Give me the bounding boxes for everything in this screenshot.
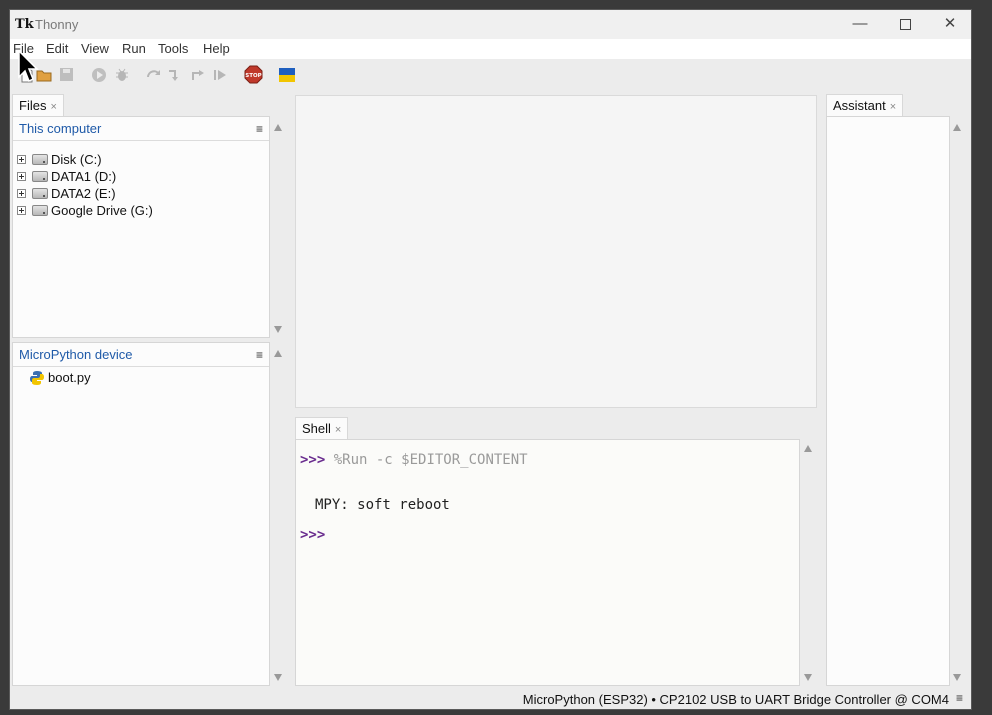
close-files-tab-icon[interactable]: × [50,101,56,113]
file-row[interactable]: boot.py [29,369,91,386]
drive-row[interactable]: Disk (C:) [17,151,102,168]
shell-output: MPY: soft reboot [315,497,450,513]
minimize-button[interactable]: — [840,13,880,35]
editor-area[interactable] [295,95,817,408]
expand-icon[interactable] [17,189,26,198]
step-over-icon [146,69,160,77]
scroll-down-icon[interactable] [804,674,812,681]
thonny-app-icon: Tk [15,17,34,32]
micropython-device-title: MicroPython device [19,347,133,362]
python-file-icon [30,370,44,385]
scroll-up-icon[interactable] [274,350,282,357]
scroll-down-icon[interactable] [953,674,961,681]
this-computer-menu-icon[interactable]: ≡ [256,117,263,141]
tab-files[interactable]: Files × [12,94,64,116]
micropython-device-menu-icon[interactable]: ≡ [256,343,263,367]
assistant-tab-label: Assistant [833,98,886,113]
status-menu-icon[interactable]: ≡ [956,691,963,705]
scroll-up-icon[interactable] [953,124,961,131]
menu-tools[interactable]: Tools [158,41,188,56]
drive-row[interactable]: Google Drive (G:) [17,202,153,219]
drive-label: Disk (C:) [51,152,102,167]
stop-icon: STOP [244,65,263,84]
drive-label: Google Drive (G:) [51,203,153,218]
drive-row[interactable]: DATA2 (E:) [17,185,116,202]
save-button[interactable] [58,66,75,83]
maximize-icon [899,18,911,30]
step-into-icon [168,69,178,81]
run-button[interactable] [90,66,107,83]
toolbar: STOP [10,59,971,91]
drive-row[interactable]: DATA1 (D:) [17,168,116,185]
expand-icon[interactable] [17,172,26,181]
micropython-device-scrollbar[interactable] [271,342,285,686]
micropython-device-panel: MicroPython device ≡ boot.py [12,342,270,686]
step-out-icon [191,69,204,80]
drive-icon [32,154,48,165]
debug-button[interactable] [113,66,130,83]
expand-icon[interactable] [17,155,26,164]
shell-prompt: >>> [300,527,326,543]
thonny-window: Tk Thonny — ✕ File Edit View Run Tools H… [9,9,972,710]
close-assistant-tab-icon[interactable]: × [890,101,896,113]
resume-button[interactable] [211,66,228,83]
save-icon [60,68,73,81]
title-bar: Tk Thonny — ✕ [10,10,971,39]
this-computer-title: This computer [19,121,102,136]
ukraine-flag-icon [278,67,295,82]
drive-label: DATA1 (D:) [51,169,117,184]
assistant-scrollbar[interactable] [950,116,964,686]
drive-icon [32,205,48,216]
window-title: Thonny [35,17,79,32]
shell-prompt: >>> [300,452,326,468]
file-label: boot.py [48,370,91,385]
stop-button[interactable]: STOP [244,65,263,84]
this-computer-scrollbar[interactable] [271,116,285,338]
interpreter-status[interactable]: MicroPython (ESP32) • CP2102 USB to UART… [523,692,949,707]
run-icon [91,67,106,82]
support-ukraine-button[interactable] [278,66,295,83]
resume-icon [213,69,226,80]
menu-help[interactable]: Help [203,41,230,56]
shell-command-line: >>> %Run -c $EDITOR_CONTENT [300,452,528,468]
close-shell-tab-icon[interactable]: × [335,424,341,436]
menu-view[interactable]: View [81,41,109,56]
drive-label: DATA2 (E:) [51,186,116,201]
scroll-down-icon[interactable] [274,326,282,333]
mouse-cursor-icon [18,50,39,83]
scroll-down-icon[interactable] [274,674,282,681]
menu-bar: File Edit View Run Tools Help [10,39,971,59]
this-computer-panel: This computer ≡ Disk (C:) DATA1 (D:) DAT… [12,116,270,338]
minimize-icon: — [852,15,868,32]
step-out-button[interactable] [189,66,206,83]
shell-panel[interactable]: >>> %Run -c $EDITOR_CONTENT MPY: soft re… [295,439,800,686]
scroll-up-icon[interactable] [274,124,282,131]
menu-edit[interactable]: Edit [46,41,68,56]
close-window-button[interactable]: ✕ [930,13,970,35]
shell-scrollbar[interactable] [801,439,815,686]
drive-icon [32,188,48,199]
status-bar: MicroPython (ESP32) • CP2102 USB to UART… [10,689,971,709]
step-over-button[interactable] [145,66,162,83]
expand-icon[interactable] [17,206,26,215]
close-icon: ✕ [943,15,957,32]
maximize-button[interactable] [885,13,925,35]
micropython-device-header: MicroPython device ≡ [13,343,269,367]
step-into-button[interactable] [166,66,183,83]
stop-label: STOP [245,73,261,79]
menu-run[interactable]: Run [122,41,146,56]
shell-tab-label: Shell [302,421,331,436]
tab-shell[interactable]: Shell × [295,417,349,439]
assistant-panel [826,116,950,686]
this-computer-header: This computer ≡ [13,117,269,141]
tab-assistant[interactable]: Assistant × [826,94,904,116]
scroll-up-icon[interactable] [804,445,812,452]
debug-icon [115,68,128,81]
shell-command: %Run -c $EDITOR_CONTENT [333,452,528,468]
drive-icon [32,171,48,182]
files-tab-label: Files [19,98,47,113]
shell-input-line[interactable]: >>> [300,527,325,543]
